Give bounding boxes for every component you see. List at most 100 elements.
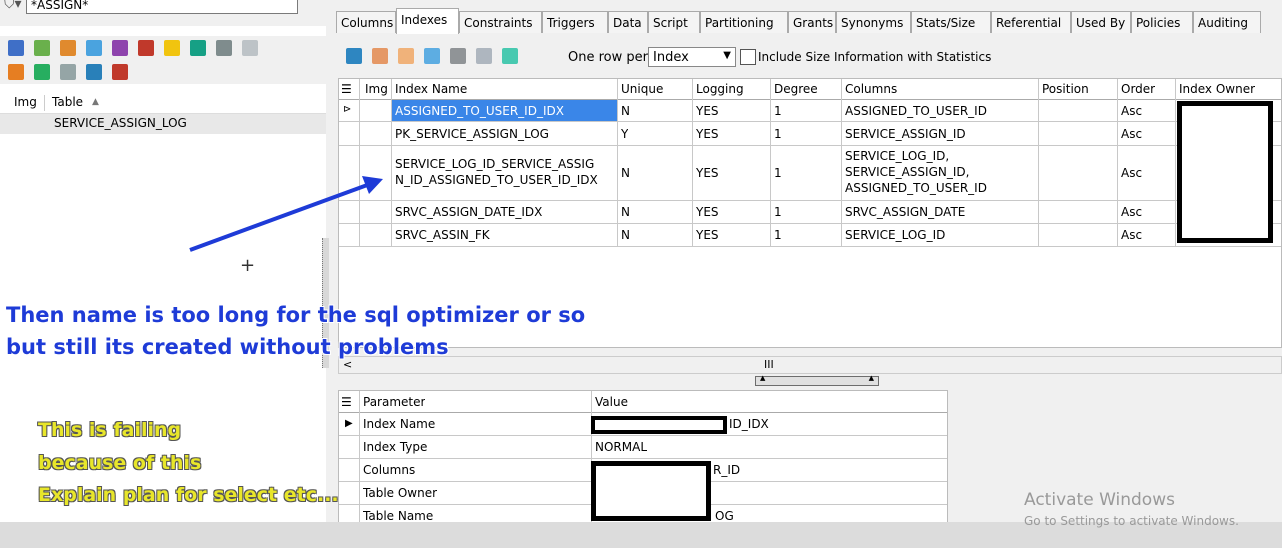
drop-icon[interactable] xyxy=(138,40,154,56)
object-toolbar-1 xyxy=(0,36,326,60)
index-columns: SRVC_ASSIGN_DATE xyxy=(845,205,966,219)
edit-index-icon[interactable] xyxy=(398,48,414,64)
index-degree: 1 xyxy=(774,205,782,219)
tab-referential[interactable]: Referential xyxy=(991,11,1071,33)
props-header-value[interactable]: Value xyxy=(595,395,628,409)
index-columns-line2: SERVICE_ASSIGN_ID, xyxy=(845,165,970,179)
col-table[interactable]: Table xyxy=(52,95,83,109)
header-position[interactable]: Position xyxy=(1042,82,1089,96)
index-row[interactable]: SRVC_ASSIN_FK N YES 1 SERVICE_LOG_ID Asc xyxy=(339,224,1281,246)
splitter-up-icon-right: ▲ xyxy=(868,374,874,382)
tab-synonyms[interactable]: Synonyms xyxy=(836,11,911,33)
sql-icon[interactable] xyxy=(112,40,128,56)
horizontal-scrollbar[interactable]: < III xyxy=(338,356,1282,374)
index-row[interactable]: SRVC_ASSIGN_DATE_IDX N YES 1 SRVC_ASSIGN… xyxy=(339,201,1281,223)
tab-used-by[interactable]: Used By xyxy=(1071,11,1131,33)
param-value: R_ID xyxy=(713,463,741,477)
index-order: Asc xyxy=(1121,228,1143,242)
header-img[interactable]: Img xyxy=(365,82,388,96)
col-img[interactable]: Img xyxy=(14,95,37,109)
header-unique[interactable]: Unique xyxy=(621,82,663,96)
annotation-yellow-line1: This is failing xyxy=(38,419,182,441)
import-icon[interactable] xyxy=(112,64,128,80)
index-logging: YES xyxy=(696,104,719,118)
header-degree[interactable]: Degree xyxy=(774,82,818,96)
copy-icon[interactable] xyxy=(86,40,102,56)
grid-header-row: ☰ Img Index Name Unique Logging Degree C… xyxy=(339,79,1281,100)
tab-policies[interactable]: Policies xyxy=(1131,11,1193,33)
grid-icon[interactable] xyxy=(346,48,362,64)
object-list-row[interactable]: SERVICE_ASSIGN_LOG xyxy=(0,114,326,134)
calc-icon[interactable] xyxy=(450,48,466,64)
header-logging[interactable]: Logging xyxy=(696,82,744,96)
filter-icon[interactable]: ⛉▾ xyxy=(4,0,22,12)
index-degree: 1 xyxy=(774,127,782,141)
calculator-icon[interactable] xyxy=(216,40,232,56)
index-unique: Y xyxy=(621,127,629,141)
rename-icon[interactable] xyxy=(242,40,258,56)
header-index-owner[interactable]: Index Owner xyxy=(1179,82,1255,96)
redaction-box xyxy=(1177,101,1273,243)
header-index-name[interactable]: Index Name xyxy=(395,82,467,96)
one-row-per-select[interactable]: Index ▼ xyxy=(648,47,736,67)
add-icon[interactable] xyxy=(34,40,50,56)
script-icon[interactable] xyxy=(8,64,24,80)
tab-stats-size[interactable]: Stats/Size xyxy=(911,11,991,33)
index-row[interactable]: ⊳ ASSIGNED_TO_USER_ID_IDX N YES 1 ASSIGN… xyxy=(339,100,1281,121)
index-degree: 1 xyxy=(774,104,782,118)
header-order[interactable]: Order xyxy=(1121,82,1155,96)
index-logging: YES xyxy=(696,228,719,242)
tab-triggers[interactable]: Triggers xyxy=(542,11,608,33)
one-row-per-label: One row per: xyxy=(568,50,653,65)
scroll-thumb-marker[interactable]: III xyxy=(764,358,774,371)
compare-icon[interactable] xyxy=(190,40,206,56)
splitter-up-icon: ▲ xyxy=(760,374,766,382)
select-all-icon[interactable]: ☰ xyxy=(341,82,352,96)
props-row[interactable]: Index Type NORMAL xyxy=(339,436,947,458)
props-header-row: ☰ Parameter Value xyxy=(339,391,947,413)
tab-partitioning[interactable]: Partitioning xyxy=(700,11,788,33)
horizontal-splitter[interactable]: ▲ ▲ xyxy=(755,374,879,386)
wizard-icon[interactable] xyxy=(34,64,50,80)
index-name: SRVC_ASSIGN_DATE_IDX xyxy=(395,205,543,219)
tab-indexes[interactable]: Indexes xyxy=(396,8,459,34)
index-unique: N xyxy=(621,104,630,118)
filter-menu-icon[interactable] xyxy=(60,64,76,80)
edit-icon[interactable] xyxy=(60,40,76,56)
object-toolbar-2 xyxy=(0,60,326,84)
index-name-line1: SERVICE_LOG_ID_SERVICE_ASSIG xyxy=(395,157,595,171)
object-name: SERVICE_ASSIGN_LOG xyxy=(54,116,187,130)
include-size-label: Include Size Information with Statistics xyxy=(758,50,992,64)
stats-icon[interactable] xyxy=(502,48,518,64)
tab-columns[interactable]: Columns xyxy=(336,11,396,33)
index-row[interactable]: PK_SERVICE_ASSIGN_LOG Y YES 1 SERVICE_AS… xyxy=(339,122,1281,145)
export-icon[interactable] xyxy=(86,64,102,80)
tab-auditing[interactable]: Auditing xyxy=(1193,11,1261,33)
param-value: NORMAL xyxy=(595,440,648,454)
rebuild-icon[interactable] xyxy=(424,48,440,64)
include-size-checkbox[interactable] xyxy=(740,49,756,65)
index-logging: YES xyxy=(696,205,719,219)
tab-grants[interactable]: Grants xyxy=(788,11,836,33)
index-name: ASSIGNED_TO_USER_ID_IDX xyxy=(395,104,564,118)
xy-icon[interactable] xyxy=(476,48,492,64)
index-columns-line1: SERVICE_LOG_ID, xyxy=(845,149,950,163)
props-menu-icon[interactable]: ☰ xyxy=(341,395,352,409)
tab-data[interactable]: Data xyxy=(608,11,648,33)
tab-constraints[interactable]: Constraints xyxy=(459,11,542,33)
index-order: Asc xyxy=(1121,127,1143,141)
favorite-icon[interactable] xyxy=(164,40,180,56)
filter-input[interactable]: *ASSIGN* xyxy=(26,0,298,14)
index-order: Asc xyxy=(1121,166,1143,180)
index-unique: N xyxy=(621,205,630,219)
refresh-icon[interactable] xyxy=(8,40,24,56)
tab-script[interactable]: Script xyxy=(648,11,700,33)
header-columns[interactable]: Columns xyxy=(845,82,897,96)
index-row[interactable]: SERVICE_LOG_ID_SERVICE_ASSIG N_ID_ASSIGN… xyxy=(339,146,1281,200)
redaction-box xyxy=(591,416,727,434)
index-order: Asc xyxy=(1121,104,1143,118)
columns-icon[interactable] xyxy=(372,48,388,64)
index-degree: 1 xyxy=(774,166,782,180)
index-unique: N xyxy=(621,228,630,242)
props-header-parameter[interactable]: Parameter xyxy=(363,395,425,409)
